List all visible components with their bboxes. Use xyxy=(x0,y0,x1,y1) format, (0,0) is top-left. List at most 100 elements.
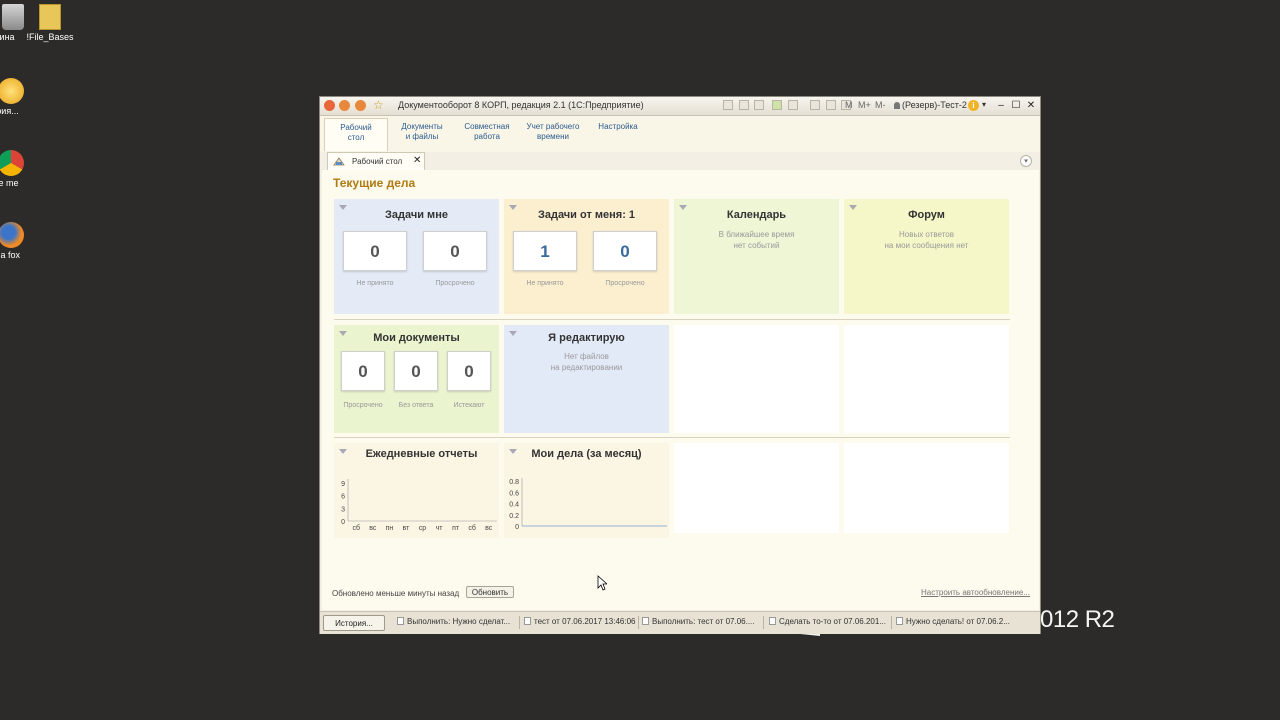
tab-label: Рабочий стол xyxy=(352,157,403,166)
my-tasks-month-chart: 0 0.2 0.4 0.6 0.8 xyxy=(509,478,667,531)
message-line: на мои сообщения нет xyxy=(884,241,969,250)
section-collaboration[interactable]: Совместная работа xyxy=(458,122,516,152)
close-window-button[interactable]: ✕ xyxy=(1024,98,1038,113)
document-icon xyxy=(896,617,903,625)
section-documents[interactable]: Документы и файлы xyxy=(394,122,450,152)
y-tick-label: 0 xyxy=(515,524,519,531)
info-icon[interactable]: i xyxy=(968,100,979,111)
minimize-button[interactable]: – xyxy=(994,98,1008,113)
x-tick-label: вс xyxy=(369,525,377,532)
tab-desktop[interactable]: Рабочий стол ✕ xyxy=(327,152,425,170)
desktop-icon-label: ория... xyxy=(0,106,19,116)
history-item[interactable]: Выполнить: Нужно сделат... xyxy=(397,617,514,626)
history-item[interactable]: Сделать то-то от 07.06.201... xyxy=(769,617,889,626)
desktop-icon-label: !File_Bases xyxy=(26,32,74,42)
title-bar: ☆ Документооборот 8 КОРП, редакция 2.1 (… xyxy=(320,97,1040,116)
x-tick-label: вт xyxy=(403,525,411,532)
desktop-icon-firefox[interactable]: zilla fox xyxy=(0,222,40,261)
forward-nav-icon[interactable] xyxy=(355,100,366,111)
history-divider xyxy=(638,616,639,629)
counter-not-accepted[interactable]: 0 xyxy=(343,231,407,271)
daily-reports-chart: 0 3 6 9 сб вс пн вт ср чт пт сб вс xyxy=(341,479,497,532)
history-divider xyxy=(519,616,520,629)
update-status: Обновлено меньше минуты назад xyxy=(332,589,460,598)
section-time-tracking[interactable]: Учет рабочего времени xyxy=(523,122,583,152)
print-preview-icon[interactable] xyxy=(739,100,749,110)
memory-minus-button[interactable]: M- xyxy=(875,100,886,110)
widget-title: Календарь xyxy=(726,209,787,221)
counter-label: Просрочено xyxy=(605,280,645,287)
widget-tasks-from-me: Задачи от меня: 1 1 0 Не принято Просроч… xyxy=(504,199,669,314)
message-line: Нет файлов xyxy=(564,352,609,361)
task-icon xyxy=(397,617,404,625)
mouse-cursor-icon xyxy=(597,575,607,591)
x-tick-label: вс xyxy=(485,525,493,532)
desktop-icon-chrome[interactable]: gle me xyxy=(0,150,40,189)
favorites-add-icon[interactable] xyxy=(772,100,782,110)
counter-overdue[interactable]: 0 xyxy=(593,231,657,271)
history-item[interactable]: Выполнить: тест от 07.06.... xyxy=(642,617,760,626)
history-item-label: Сделать то-то от 07.06.201... xyxy=(779,617,886,626)
desktop-home-icon xyxy=(333,157,345,166)
counter-no-answer[interactable]: 0 xyxy=(394,351,438,391)
search-icon[interactable] xyxy=(754,100,764,110)
widget-title: Задачи от меня: 1 xyxy=(537,209,636,221)
onec-app-icon xyxy=(0,78,24,104)
widget-title: Мои документы xyxy=(373,332,460,344)
print-icon[interactable] xyxy=(723,100,733,110)
y-tick-label: 0.6 xyxy=(509,490,519,497)
onec-logo-icon[interactable] xyxy=(324,100,335,111)
close-tab-icon[interactable]: ✕ xyxy=(413,155,421,166)
history-divider xyxy=(763,616,764,629)
history-divider xyxy=(891,616,892,629)
message-line: на редактировании xyxy=(550,363,623,372)
document-icon xyxy=(769,617,776,625)
x-tick-label: ср xyxy=(419,525,427,532)
section-desktop[interactable]: Рабочий стол xyxy=(324,118,388,151)
favorites-list-icon[interactable] xyxy=(788,100,798,110)
window-title: Документооборот 8 КОРП, редакция 2.1 (1С… xyxy=(398,100,644,110)
x-tick-label: сб xyxy=(353,524,361,532)
y-tick-label: 0.4 xyxy=(509,502,519,509)
document-icon xyxy=(524,617,531,625)
memory-m-button[interactable]: M xyxy=(845,100,853,110)
refresh-button[interactable]: Обновить xyxy=(466,586,514,598)
section-settings[interactable]: Настройка xyxy=(594,122,642,152)
section-label: Рабочий стол xyxy=(340,123,372,142)
history-button[interactable]: История... xyxy=(323,615,385,631)
history-icon[interactable] xyxy=(810,100,820,110)
counter-label: Не принято xyxy=(356,280,394,287)
counter-not-accepted[interactable]: 1 xyxy=(513,231,577,271)
history-item[interactable]: тест от 07.06.2017 13:46:06 xyxy=(524,617,642,626)
row-divider xyxy=(334,319,1010,320)
menu-dropdown-icon[interactable]: ▾ xyxy=(982,100,986,109)
counter-overdue[interactable]: 0 xyxy=(341,351,385,391)
folder-shortcut-icon xyxy=(39,4,61,30)
desktop-icon-label: zilla fox xyxy=(0,250,20,260)
os-edition-label: 012 R2 xyxy=(1040,606,1115,633)
history-item[interactable]: Нужно сделать! от 07.06.2... xyxy=(896,617,1014,626)
counter-label: Истекают xyxy=(453,402,485,409)
maximize-button[interactable]: ☐ xyxy=(1009,98,1023,113)
widget-my-tasks-month: Мои дела (за месяц) 0 0.2 0.4 0.6 0.8 xyxy=(504,443,669,538)
widget-empty-message: В ближайшее время нет событий xyxy=(674,229,839,251)
x-tick-label: сб xyxy=(468,524,476,532)
desktop-icon-file-bases[interactable]: !File_Bases xyxy=(15,4,85,43)
message-line: нет событий xyxy=(733,241,780,250)
memory-plus-button[interactable]: M+ xyxy=(858,100,871,110)
current-user[interactable]: (Резерв)-Тест-2 xyxy=(894,100,967,110)
open-tabs-bar: Рабочий стол ✕ xyxy=(320,152,1040,170)
collapse-panel-icon[interactable]: ▾ xyxy=(1020,155,1032,167)
counter-expiring[interactable]: 0 xyxy=(447,351,491,391)
user-icon xyxy=(894,102,900,109)
back-nav-icon[interactable] xyxy=(339,100,350,111)
favorite-star-icon[interactable]: ☆ xyxy=(373,98,384,112)
widget-title: Задачи мне xyxy=(385,209,448,221)
desktop-icon-1c[interactable]: ория... xyxy=(0,78,40,117)
calculator-icon[interactable] xyxy=(826,100,836,110)
app-window: ☆ Документооборот 8 КОРП, редакция 2.1 (… xyxy=(319,96,1041,634)
autorefresh-settings-link[interactable]: Настроить автообновление... xyxy=(921,588,1030,597)
y-tick-label: 0 xyxy=(341,519,345,526)
counter-overdue[interactable]: 0 xyxy=(423,231,487,271)
chrome-icon xyxy=(0,150,24,176)
